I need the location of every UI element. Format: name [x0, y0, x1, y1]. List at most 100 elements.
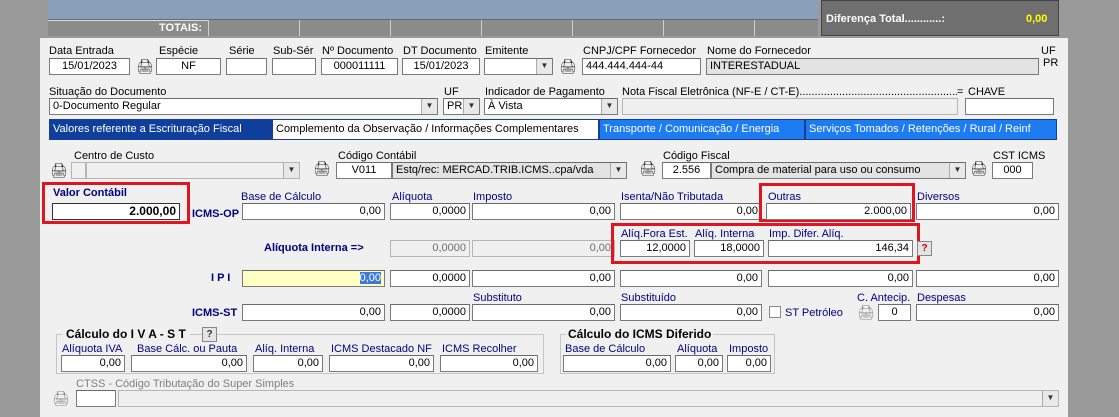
uf-value: PR [1043, 57, 1059, 69]
data-entrada-field[interactable]: 15/01/2023 [49, 58, 130, 75]
interna-field[interactable]: 18,0000 [694, 240, 764, 257]
ipi-v4[interactable]: 0,00 [620, 270, 762, 287]
printer-icon[interactable]: 🖨 [52, 390, 70, 406]
printer-icon[interactable]: 🖨 [970, 160, 988, 176]
chevron-down-icon[interactable]: ▼ [421, 99, 437, 114]
antecip-field[interactable]: 0 [878, 304, 911, 321]
fora-est-field[interactable]: 12,0000 [620, 240, 690, 257]
iva-aliq-interna-field[interactable]: 0,00 [253, 355, 323, 372]
valor-contabil-field[interactable]: 2.000,00 [52, 203, 180, 220]
chevron-down-icon[interactable]: ▼ [610, 163, 626, 178]
emitente-select[interactable]: ▼ [484, 58, 553, 75]
centro-custo-label: Centro de Custo [74, 150, 155, 162]
base-pauta-field[interactable]: 0,00 [131, 355, 247, 372]
iva-help-button[interactable]: ? [202, 327, 217, 342]
aliq-interna-v1[interactable]: 0,0000 [390, 240, 470, 257]
chevron-down-icon[interactable]: ▼ [601, 99, 617, 114]
tab-servicos[interactable]: Serviços Tomados / Retenções / Rural / R… [805, 119, 1057, 140]
base-calculo-field[interactable]: 0,00 [242, 203, 385, 220]
chevron-down-icon[interactable]: ▼ [463, 99, 479, 114]
difer-field[interactable]: 146,34 [768, 240, 913, 257]
dt-doc-label: DT Documento [403, 45, 477, 57]
iva-aliq-interna-label: Alíq. Interna [255, 343, 315, 355]
tab-valores[interactable]: Valores referente a Escrituração Fiscal [49, 119, 272, 140]
centro-custo-code[interactable] [71, 162, 86, 179]
chevron-down-icon[interactable]: ▼ [283, 163, 299, 178]
printer-icon[interactable]: 🖨 [639, 160, 657, 176]
substituido-field[interactable]: 0,00 [620, 304, 762, 321]
pagamento-label: Indicador de Pagamento [485, 86, 605, 98]
diversos-field[interactable]: 0,00 [916, 203, 1059, 220]
aliq-iva-field[interactable]: 0,00 [61, 355, 125, 372]
diferido-aliquota-field[interactable]: 0,00 [675, 355, 723, 372]
printer-icon[interactable]: 🖨 [559, 58, 577, 74]
codigo-fiscal-field[interactable]: 2.556 [662, 162, 711, 179]
cnpj-label: CNPJ/CPF Fornecedor [583, 45, 697, 57]
diferido-imposto-label: Imposto [729, 343, 769, 355]
centro-custo-select[interactable]: ▼ [86, 162, 300, 179]
aliquota-field[interactable]: 0,0000 [390, 203, 470, 220]
tab-complemento[interactable]: Complemento da Observação / Informações … [272, 119, 599, 140]
printer-icon[interactable]: 🖨 [136, 58, 154, 74]
icms-st-v2[interactable]: 0,0000 [390, 304, 470, 321]
destacado-field[interactable]: 0,00 [329, 355, 434, 372]
fora-est-label: Alíq.Fora Est. [621, 228, 688, 240]
printer-icon[interactable]: 🖨 [50, 162, 68, 178]
subserie-field[interactable] [272, 58, 316, 75]
especie-field[interactable]: NF [156, 58, 221, 75]
ctss-select[interactable]: ▼ [118, 390, 1059, 407]
chave-field[interactable] [965, 98, 1054, 115]
imposto-field[interactable]: 0,00 [472, 203, 615, 220]
outras-field[interactable]: 2.000,00 [766, 203, 911, 220]
chevron-down-icon[interactable]: ▼ [949, 163, 965, 178]
codigo-contabil-field[interactable]: V011 [336, 162, 392, 179]
ipi-v2[interactable]: 0,0000 [390, 270, 470, 287]
diferido-imposto-field[interactable]: 0,00 [727, 355, 771, 372]
chevron-down-icon[interactable]: ▼ [1042, 391, 1058, 406]
imposto-label: Imposto [473, 191, 513, 203]
printer-icon[interactable]: 🖨 [313, 160, 331, 176]
pagamento-select[interactable]: À Vista ▼ [484, 98, 618, 115]
uf2-select[interactable]: PR ▼ [443, 98, 480, 115]
cst-label: CST ICMS [993, 150, 1046, 162]
despesas-label: Despesas [917, 292, 966, 304]
uf-label: UF [1041, 45, 1056, 57]
icms-st-v1[interactable]: 0,00 [242, 304, 385, 321]
codigo-fiscal-desc[interactable]: Compra de material para uso ou consumo ▼ [711, 162, 966, 179]
recolher-field[interactable]: 0,00 [440, 355, 538, 372]
num-doc-field[interactable]: 000011111 [321, 58, 398, 75]
despesas-field[interactable]: 0,00 [916, 304, 1059, 321]
aliq-interna-v2[interactable]: 0,00 [472, 240, 615, 257]
st-petroleo-checkbox[interactable] [769, 306, 781, 318]
outras-label: Outras [768, 191, 802, 203]
substituto-label: Substituto [473, 292, 522, 304]
ctss-code[interactable] [76, 390, 116, 407]
chave-label: CHAVE [968, 86, 1006, 98]
ctss-label: CTSS - Código Tributação do Super Simple… [76, 378, 295, 390]
diferido-base-field[interactable]: 0,00 [563, 355, 671, 372]
substituido-label: Substituído [621, 292, 677, 304]
ipi-v5[interactable]: 0,00 [768, 270, 913, 287]
isenta-field[interactable]: 0,00 [620, 203, 762, 220]
ipi-v1[interactable]: 0,00 [242, 270, 385, 287]
serie-field[interactable] [226, 58, 267, 75]
st-petroleo-label: ST Petróleo [785, 307, 843, 319]
recolher-label: ICMS Recolher [442, 343, 517, 355]
ipi-v3[interactable]: 0,00 [472, 270, 615, 287]
nfe-field[interactable] [622, 98, 958, 115]
ipi-v6[interactable]: 0,00 [916, 270, 1059, 287]
codigo-contabil-desc[interactable]: Estq/rec: MERCAD.TRIB.ICMS..cpa/vda ▼ [392, 162, 627, 179]
cst-field[interactable]: 000 [992, 162, 1033, 179]
help-button[interactable]: ? [917, 241, 932, 256]
subserie-label: Sub-Sér [273, 45, 314, 57]
base-calculo-label: Base de Cálculo [241, 191, 322, 203]
dt-doc-field[interactable]: 15/01/2023 [402, 58, 480, 75]
diferido-title: Cálculo do ICMS Diferido [566, 327, 714, 341]
printer-icon[interactable]: 🖨 [857, 304, 875, 320]
chevron-down-icon[interactable]: ▼ [536, 59, 552, 74]
situacao-select[interactable]: 0-Documento Regular ▼ [49, 98, 438, 115]
cnpj-field[interactable]: 444.444.444-44 [582, 58, 701, 75]
substituto-field[interactable]: 0,00 [472, 304, 615, 321]
nome-forn-field[interactable]: INTERESTADUAL [706, 58, 1039, 75]
tab-transporte[interactable]: Transporte / Comunicação / Energia [599, 119, 805, 140]
